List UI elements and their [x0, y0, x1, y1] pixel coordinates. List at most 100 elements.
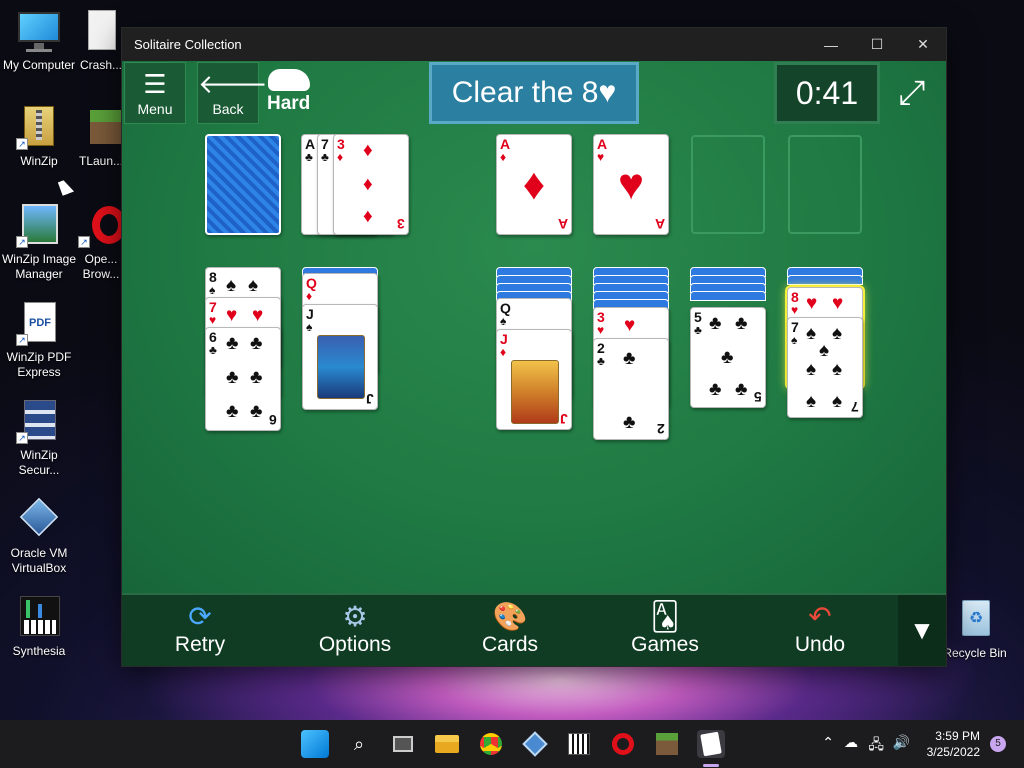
notification-badge[interactable]: 5 — [990, 736, 1006, 752]
card-pip: ♠ — [819, 340, 830, 361]
desktop-icon-label: Ope... Brow... — [82, 252, 120, 281]
game-timer: 0:41 — [774, 62, 880, 124]
fullscreen-expand-icon[interactable]: ⤢ — [892, 73, 932, 113]
card-suit: ♣ — [597, 354, 605, 368]
options-label: Options — [318, 633, 392, 656]
foundation-pile[interactable]: A ♥ ♥ A — [593, 134, 669, 235]
game-topbar: ☰ Menu 🡐 Back Hard Clear the 8♥ 0:41 ⤢ — [122, 61, 946, 125]
tableau-card[interactable]: J ♠ J — [302, 304, 378, 410]
desktop-icon-opera[interactable]: ↗ Ope... Brow... — [78, 202, 124, 282]
back-button[interactable]: 🡐 Back — [197, 62, 268, 124]
card-rank-bottom: J — [366, 391, 374, 407]
desktop-icon-crash[interactable]: Crash... — [78, 8, 124, 73]
maximize-button[interactable]: ☐ — [854, 28, 900, 61]
card-pip: ♥ — [624, 315, 636, 336]
games-label: Games — [631, 633, 699, 656]
desktop-icon-synthesia[interactable]: Synthesia — [0, 594, 78, 659]
solitaire-taskbar-icon[interactable] — [697, 730, 725, 758]
games-button[interactable]: 🂡 Games — [610, 601, 720, 657]
waste-top-card[interactable]: 3 ♦ ♦ ♦ ♦ 3 — [333, 134, 409, 235]
card-pip: ♣ — [250, 367, 263, 388]
chrome-icon[interactable] — [477, 730, 505, 758]
desktop-icon-virtualbox[interactable]: Oracle VM VirtualBox — [0, 496, 78, 576]
card-pip: ♠ — [806, 391, 817, 412]
card-suit: ♥ — [791, 303, 799, 317]
windows-start-icon[interactable] — [301, 730, 329, 758]
tableau-card[interactable]: 5 ♣ ♣ ♣ ♣ ♣ ♣ 5 — [690, 307, 766, 408]
card-pip: ♣ — [709, 313, 722, 334]
tableau-card[interactable]: 2 ♣ ♣ ♣ 2 — [593, 338, 669, 440]
card-rank-bottom: 3 — [397, 216, 405, 232]
task-view-icon[interactable] — [389, 730, 417, 758]
card-rank: Q — [500, 300, 511, 316]
foundation-slot-empty[interactable] — [788, 135, 862, 234]
options-button[interactable]: ⚙ Options — [300, 601, 410, 657]
close-button[interactable]: ✕ — [900, 28, 946, 61]
network-icon[interactable]: 🖧 — [868, 734, 884, 758]
undo-button[interactable]: ↶ Undo — [765, 601, 875, 657]
undo-icon: ↶ — [808, 601, 832, 632]
tableau-card[interactable]: J ♦ J — [496, 329, 572, 430]
card-rank: 3 — [597, 309, 605, 325]
card-suit: ♠ — [209, 283, 216, 297]
desktop-icon-my-computer[interactable]: My Computer — [0, 8, 78, 73]
synthesia-icon — [16, 594, 62, 640]
card-center-suit: ♦ — [522, 160, 546, 209]
card-suit: ♣ — [694, 323, 702, 337]
tableau-card[interactable]: 6 ♣ ♣ ♣ ♣ ♣ ♣ ♣ 6 — [205, 327, 281, 431]
card-pip: ♥ — [226, 305, 238, 326]
virtualbox-icon[interactable] — [521, 730, 549, 758]
monitor-icon — [16, 8, 62, 54]
file-explorer-icon[interactable] — [433, 730, 461, 758]
desktop-icon-label: Crash... — [79, 58, 122, 72]
chevron-up-icon[interactable]: ⌃ — [822, 734, 834, 751]
cloud-icon[interactable]: ☁ — [844, 734, 858, 751]
hamburger-icon: ☰ — [143, 69, 167, 99]
stock-pile[interactable] — [205, 134, 281, 235]
tableau-card[interactable]: 7 ♠ ♠ ♠ ♠ ♠ ♠ ♠ ♠ 7 — [787, 317, 863, 418]
synthesia-icon[interactable] — [565, 730, 593, 758]
card-suit: ♠ — [306, 320, 313, 334]
taskbar: ⌕ ⌃ ☁ 🖧 🔊 3:59 PM 3/25/2022 5 — [0, 720, 1024, 768]
card-rank: 7 — [791, 319, 799, 335]
retry-button[interactable]: ⟳ Retry — [145, 601, 255, 657]
clock-date: 3/25/2022 — [926, 745, 980, 759]
minecraft-block-icon — [78, 104, 124, 150]
window-titlebar[interactable]: Solitaire Collection — ☐ ✕ — [122, 28, 946, 61]
desktop-icon-winzip-secure[interactable]: ↗ WinZip Secur... — [0, 398, 78, 478]
window-title: Solitaire Collection — [134, 37, 242, 52]
desktop-icon-winzip[interactable]: ↗ WinZip — [0, 104, 78, 169]
card-suit: ♠ — [500, 314, 507, 328]
card-rank-bottom: 2 — [657, 421, 665, 437]
desktop-icon-recycle-bin[interactable]: ♻ Recycle Bin — [936, 596, 1014, 661]
foundation-slot-empty[interactable] — [691, 135, 765, 234]
menu-button[interactable]: ☰ Menu — [124, 62, 186, 124]
desktop-icon-winzip-pdf-express[interactable]: PDF ↗ WinZip PDF Express — [0, 300, 78, 380]
card-pip: ♠ — [832, 359, 843, 380]
desktop-icon-winzip-image-manager[interactable]: ↗ WinZip Image Manager — [0, 202, 78, 282]
card-pip: ♥ — [252, 305, 264, 326]
card-pip: ♣ — [226, 401, 239, 422]
card-pip: ♠ — [806, 359, 817, 380]
foundation-pile[interactable]: A ♦ ♦ A — [496, 134, 572, 235]
retry-icon: ⟳ — [188, 601, 212, 632]
card-rank: 8 — [791, 289, 799, 305]
card-pip: ♣ — [250, 333, 263, 354]
volume-icon[interactable]: 🔊 — [893, 734, 910, 751]
opera-icon[interactable] — [609, 730, 637, 758]
card-pip: ♣ — [709, 379, 722, 400]
card-pip: ♦ — [363, 206, 373, 227]
difficulty-label: Hard — [267, 93, 311, 114]
card-suit: ♦ — [306, 289, 313, 303]
chevron-down-icon[interactable]: ▼ — [898, 595, 946, 666]
card-rank-bottom: J — [560, 411, 568, 427]
undo-label: Undo — [794, 633, 846, 656]
card-rank: 2 — [597, 340, 605, 356]
minimize-button[interactable]: — — [808, 28, 854, 61]
desktop-icon-tlauncher[interactable]: TLaun... — [78, 104, 124, 169]
search-icon[interactable]: ⌕ — [345, 730, 373, 758]
clock[interactable]: 3:59 PM 3/25/2022 — [927, 728, 980, 760]
cards-button[interactable]: 🎨 Cards — [455, 601, 565, 657]
minecraft-block-icon[interactable] — [653, 730, 681, 758]
card-rank: 3 — [337, 136, 345, 152]
